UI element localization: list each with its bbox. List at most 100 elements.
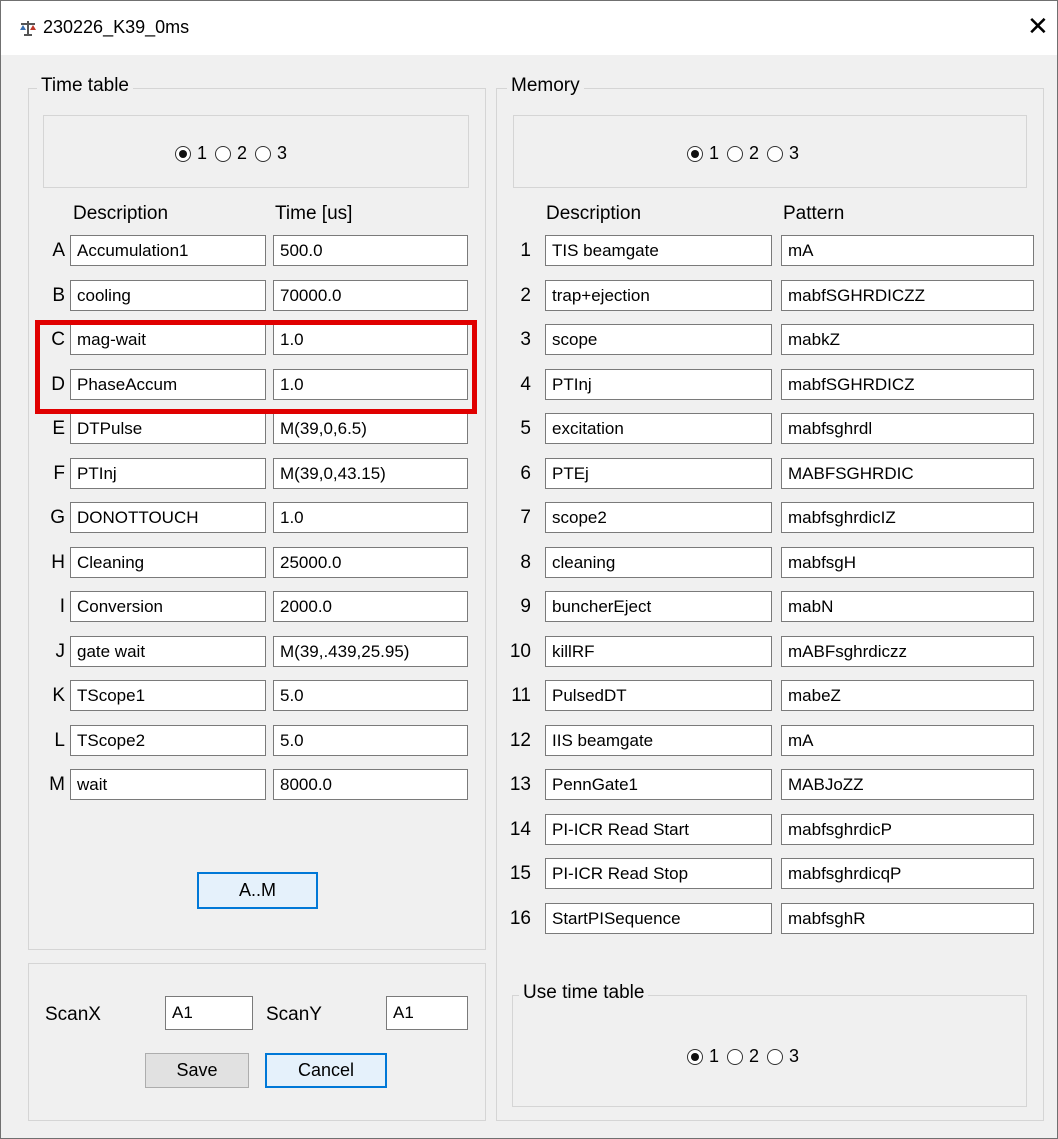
time-table-time-field[interactable]: 2000.0 [273, 591, 468, 622]
time-table-desc-field[interactable]: Conversion [70, 591, 266, 622]
memory-desc-field[interactable]: PTInj [545, 368, 772, 400]
time-table-desc-header: Description [73, 203, 169, 224]
memory-pattern-field[interactable]: mabfsghrdl [781, 413, 1034, 444]
time-table-desc-field[interactable]: PTInj [70, 457, 266, 489]
memory-pattern-field[interactable]: mabfsghrdicP [781, 813, 1034, 845]
time-table-desc-field[interactable]: cooling [70, 279, 266, 311]
memory-pattern-field[interactable]: mabfsghrdicIZ [781, 502, 1034, 533]
memory-desc-field[interactable]: killRF [545, 635, 772, 667]
memory-desc-field[interactable]: trap+ejection [545, 279, 772, 311]
time-table-time-field[interactable]: 1.0 [273, 502, 468, 533]
use-time-table-legend: Use time table [519, 982, 649, 1004]
scan-group [28, 963, 486, 1121]
time-table-row-label: I [59, 596, 65, 617]
time-table-time-field[interactable]: M(39,0,6.5) [273, 413, 468, 444]
time-table-row-label: E [52, 418, 65, 439]
time-table-row-label: F [53, 462, 65, 484]
radio-label: 1 [709, 143, 720, 163]
memory-desc-field[interactable]: StartPISequence [545, 902, 772, 934]
memory-pattern-field[interactable]: mA [781, 724, 1034, 756]
memory-desc-field[interactable]: PTEj [545, 457, 772, 489]
memory-pattern-field[interactable]: mabfsghrdicqP [781, 858, 1034, 889]
time-table-time-field[interactable]: 5.0 [273, 724, 468, 756]
memory-desc-field[interactable]: IIS beamgate [545, 724, 772, 756]
time-table-radio-2[interactable]: 2 [215, 143, 247, 164]
time-table-time-header: Time [us] [275, 203, 353, 224]
memory-pattern-field[interactable]: mABFsghrdiczz [781, 635, 1034, 667]
time-table-time-field[interactable]: 8000.0 [273, 769, 468, 800]
time-table-desc-field[interactable]: Accumulation1 [70, 235, 266, 266]
memory-radio-1[interactable]: 1 [687, 143, 719, 164]
time-table-desc-field[interactable]: DONOTTOUCH [70, 502, 266, 533]
radio-button-icon [175, 145, 191, 162]
time-table-desc-field[interactable]: TScope2 [70, 724, 266, 756]
time-table-row-label: M [49, 774, 65, 795]
time-table-desc-field[interactable]: wait [70, 769, 266, 800]
time-table-desc-field[interactable]: gate wait [70, 635, 266, 667]
scany-field[interactable]: A1 [386, 996, 468, 1030]
scanx-field[interactable]: A1 [165, 996, 253, 1030]
memory-row-label: 6 [520, 462, 531, 484]
time-table-radio-1[interactable]: 1 [175, 143, 207, 164]
use-time-table-radio-2[interactable]: 2 [727, 1046, 759, 1067]
memory-desc-field[interactable]: PulsedDT [545, 680, 772, 711]
memory-desc-header: Description [546, 203, 642, 224]
use-time-table-radio-3[interactable]: 3 [767, 1046, 799, 1067]
memory-pattern-field[interactable]: mabfSGHRDICZZ [781, 279, 1034, 311]
memory-pattern-header: Pattern [783, 203, 845, 224]
memory-pattern-field[interactable]: mabfSGHRDICZ [781, 368, 1034, 400]
close-icon[interactable]: ✕ [1027, 13, 1049, 39]
memory-desc-field[interactable]: PI-ICR Read Start [545, 813, 772, 845]
time-table-time-field[interactable]: M(39,0,43.15) [273, 457, 468, 489]
radio-button-icon [255, 145, 272, 162]
memory-pattern-field[interactable]: MABFSGHRDIC [781, 457, 1034, 489]
memory-pattern-field[interactable]: mabfsghR [781, 902, 1034, 934]
memory-desc-field[interactable]: excitation [545, 413, 772, 444]
save-button[interactable]: Save [145, 1053, 249, 1088]
radio-button-icon [727, 1048, 744, 1065]
memory-pattern-field[interactable]: mabkZ [781, 324, 1034, 355]
time-table-desc-field[interactable]: DTPulse [70, 413, 266, 444]
time-table-time-field[interactable]: 500.0 [273, 235, 468, 266]
memory-pattern-field[interactable]: mabeZ [781, 680, 1034, 711]
memory-desc-field[interactable]: scope [545, 324, 772, 355]
memory-desc-field[interactable]: PI-ICR Read Stop [545, 858, 772, 889]
memory-pattern-field[interactable]: MABJoZZ [781, 769, 1034, 800]
balance-scale-icon [19, 20, 37, 41]
memory-pattern-field[interactable]: mabN [781, 591, 1034, 622]
memory-desc-field[interactable]: cleaning [545, 546, 772, 578]
memory-pattern-field[interactable]: mabfsgH [781, 546, 1034, 578]
memory-desc-field[interactable]: scope2 [545, 502, 772, 533]
time-table-time-field[interactable]: M(39,.439,25.95) [273, 635, 468, 667]
red-highlight-box [35, 320, 477, 414]
am-button[interactable]: A..M [197, 872, 318, 909]
time-table-radio-group: 1 2 3 [175, 143, 295, 164]
memory-desc-field[interactable]: buncherEject [545, 591, 772, 622]
memory-pattern-field[interactable]: mA [781, 235, 1034, 266]
memory-desc-field[interactable]: TIS beamgate [545, 235, 772, 266]
time-table-row-label: K [52, 685, 65, 706]
time-table-row-label: J [55, 640, 66, 662]
use-time-table-radio-1[interactable]: 1 [687, 1046, 719, 1067]
memory-row-label: 1 [520, 240, 531, 261]
time-table-time-field[interactable]: 70000.0 [273, 279, 468, 311]
radio-button-icon [767, 145, 784, 162]
memory-row-label: 16 [509, 907, 531, 929]
time-table-desc-field[interactable]: Cleaning [70, 546, 266, 578]
time-table-row-label: A [52, 240, 65, 261]
memory-desc-field[interactable]: PennGate1 [545, 769, 772, 800]
memory-row-label: 3 [520, 329, 531, 350]
time-table-desc-field[interactable]: TScope1 [70, 680, 266, 711]
memory-row-label: 15 [509, 863, 531, 884]
cancel-button[interactable]: Cancel [265, 1053, 387, 1088]
radio-button-icon [215, 145, 232, 162]
memory-radio-3[interactable]: 3 [767, 143, 799, 164]
dialog-window: 230226_K39_0ms ✕ Time table 123 Descript… [0, 0, 1058, 1139]
time-table-time-field[interactable]: 5.0 [273, 680, 468, 711]
memory-row-label: 5 [520, 418, 531, 439]
memory-radio-2[interactable]: 2 [727, 143, 759, 164]
time-table-time-field[interactable]: 25000.0 [273, 546, 468, 578]
time-table-row-label: H [51, 551, 65, 573]
time-table-radio-3[interactable]: 3 [255, 143, 287, 164]
radio-button-icon [767, 1048, 784, 1065]
